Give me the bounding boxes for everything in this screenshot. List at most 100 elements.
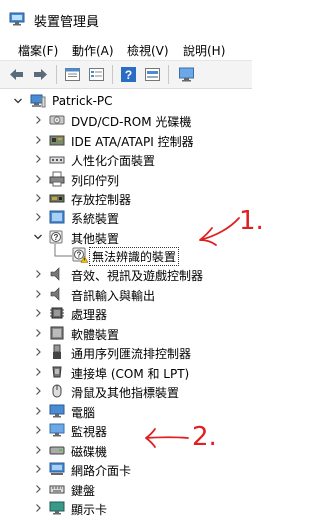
tree-item-label: 滑鼠及其他指標裝置 — [71, 386, 180, 400]
tree-item-label: 處理器 — [71, 308, 108, 322]
tree-root[interactable]: Patrick-PC — [0, 91, 252, 111]
menu-bar: 檔案(F) 動作(A) 檢視(V) 說明(H) — [0, 38, 252, 60]
tree-item-system-devices[interactable]: 系統裝置 — [0, 207, 252, 227]
window-title: 裝置管理員 — [34, 15, 100, 30]
svg-text:?: ? — [54, 233, 59, 242]
toolbar-separator — [112, 65, 113, 84]
computer-root-icon — [30, 94, 46, 108]
tree-item-audio-io[interactable]: 音訊輸入與輸出 — [0, 284, 252, 304]
speaker-icon — [50, 267, 60, 281]
update-driver-icon[interactable] — [144, 66, 161, 83]
tree-item-label: 系統裝置 — [71, 212, 120, 226]
tree-item-hid[interactable]: 人性化介面裝置 — [0, 149, 252, 169]
back-arrow-icon[interactable] — [8, 66, 25, 83]
tree-item-computer[interactable]: 電腦 — [0, 401, 252, 421]
menu-action[interactable]: 動作(A) — [72, 42, 114, 59]
forward-arrow-icon[interactable] — [32, 66, 49, 83]
svg-text:?: ? — [125, 68, 132, 82]
chevron-right-icon[interactable] — [33, 425, 43, 435]
chevron-down-icon[interactable] — [33, 232, 43, 242]
unknown-device-icon: ? — [49, 230, 63, 244]
chevron-right-icon[interactable] — [33, 212, 43, 222]
chevron-right-icon[interactable] — [33, 328, 43, 338]
speaker-icon — [50, 287, 60, 301]
chevron-right-icon[interactable] — [33, 484, 43, 494]
chevron-right-icon[interactable] — [33, 503, 43, 513]
device-manager-app-icon — [9, 12, 25, 26]
chevron-right-icon[interactable] — [33, 269, 43, 279]
menu-file[interactable]: 檔案(F) — [18, 42, 58, 59]
monitor-scan-icon[interactable] — [178, 66, 195, 83]
device-list-icon[interactable] — [88, 66, 105, 83]
chevron-right-icon[interactable] — [33, 289, 43, 299]
chevron-right-icon[interactable] — [33, 135, 43, 145]
tree-root-label: Patrick-PC — [52, 94, 113, 108]
tree-item-print-queue[interactable]: 列印佇列 — [0, 169, 252, 189]
tree-item-display-adapters[interactable]: 顯示卡 — [0, 498, 252, 518]
tree-item-software-devices[interactable]: 軟體裝置 — [0, 323, 252, 343]
chevron-right-icon[interactable] — [33, 386, 43, 396]
printer-icon — [49, 171, 65, 187]
toolbar-separator — [168, 65, 169, 84]
tree-item-label: 列印佇列 — [71, 174, 120, 188]
menu-help[interactable]: 說明(H) — [183, 42, 225, 59]
tree-item-ide[interactable]: IDE ATA/ATAPI 控制器 — [0, 130, 252, 150]
chevron-down-icon[interactable] — [13, 96, 23, 106]
tree-item-label: 磁碟機 — [71, 445, 108, 459]
tree-item-ports[interactable]: 連接埠 (COM 和 LPT) — [0, 362, 252, 382]
tree-item-monitors[interactable]: 監視器 — [0, 420, 252, 440]
properties-icon[interactable] — [64, 66, 81, 83]
title-bar: 裝置管理員 — [0, 0, 252, 38]
tree-item-label: 監視器 — [71, 425, 108, 439]
keyboard-icon — [49, 485, 65, 494]
menu-view[interactable]: 檢視(V) — [127, 42, 169, 59]
tree-item-label: DVD/CD-ROM 光碟機 — [71, 115, 192, 129]
tree-item-network-adapters[interactable]: 網路介面卡 — [0, 459, 252, 479]
tree-item-other-devices[interactable]: ? 其他裝置 — [0, 227, 252, 247]
chevron-right-icon[interactable] — [33, 174, 43, 184]
chevron-right-icon[interactable] — [33, 367, 43, 377]
system-device-icon — [49, 210, 65, 224]
tree-item-label: 電腦 — [71, 406, 96, 420]
tree-item-label: 通用序列匯流排控制器 — [71, 347, 192, 361]
tree-item-sound-video-game[interactable]: 音效、視訊及遊戲控制器 — [0, 264, 252, 284]
device-tree: Patrick-PC DVD/CD-ROM 光碟機 IDE ATA/ATAPI … — [0, 88, 252, 528]
chevron-right-icon[interactable] — [33, 347, 43, 357]
hid-icon — [49, 156, 65, 164]
mouse-icon — [52, 384, 62, 398]
tree-item-dvd[interactable]: DVD/CD-ROM 光碟機 — [0, 110, 252, 130]
chevron-right-icon[interactable] — [33, 308, 43, 318]
toolbar: ? — [0, 60, 252, 89]
tree-item-label: 無法辨識的裝置 — [88, 247, 180, 266]
port-icon — [52, 366, 62, 378]
tree-item-keyboards[interactable]: 鍵盤 — [0, 479, 252, 499]
tree-item-label: 音訊輸入與輸出 — [71, 289, 156, 303]
tree-item-label: 網路介面卡 — [71, 464, 132, 478]
software-device-icon — [50, 326, 64, 340]
chevron-right-icon[interactable] — [33, 464, 43, 474]
tree-item-label: 顯示卡 — [71, 503, 108, 517]
monitor-icon — [49, 423, 65, 437]
tree-item-disk-drives[interactable]: 磁碟機 — [0, 440, 252, 460]
tree-item-usb-controllers[interactable]: 通用序列匯流排控制器 — [0, 342, 252, 362]
tree-item-processor[interactable]: 處理器 — [0, 303, 252, 323]
tree-item-unknown-device[interactable]: ? 無法辨識的裝置 — [0, 245, 252, 266]
tree-item-storage-controller[interactable]: 存放控制器 — [0, 188, 252, 208]
help-icon[interactable]: ? — [120, 66, 137, 83]
tree-item-label: 音效、視訊及遊戲控制器 — [71, 269, 204, 283]
chevron-right-icon[interactable] — [33, 154, 43, 164]
processor-icon — [50, 307, 64, 319]
svg-text:?: ? — [77, 251, 82, 260]
chevron-right-icon[interactable] — [33, 406, 43, 416]
ide-controller-icon — [49, 135, 65, 146]
tree-item-mice[interactable]: 滑鼠及其他指標裝置 — [0, 381, 252, 401]
toolbar-separator — [56, 65, 57, 84]
chevron-right-icon[interactable] — [33, 445, 43, 455]
unknown-device-warning-icon: ? — [72, 247, 88, 263]
storage-controller-icon — [49, 194, 65, 203]
display-adapter-icon — [49, 501, 65, 515]
dvd-drive-icon — [49, 115, 65, 125]
chevron-right-icon[interactable] — [33, 193, 43, 203]
chevron-right-icon[interactable] — [33, 115, 43, 125]
tree-item-label: 連接埠 (COM 和 LPT) — [71, 367, 190, 381]
